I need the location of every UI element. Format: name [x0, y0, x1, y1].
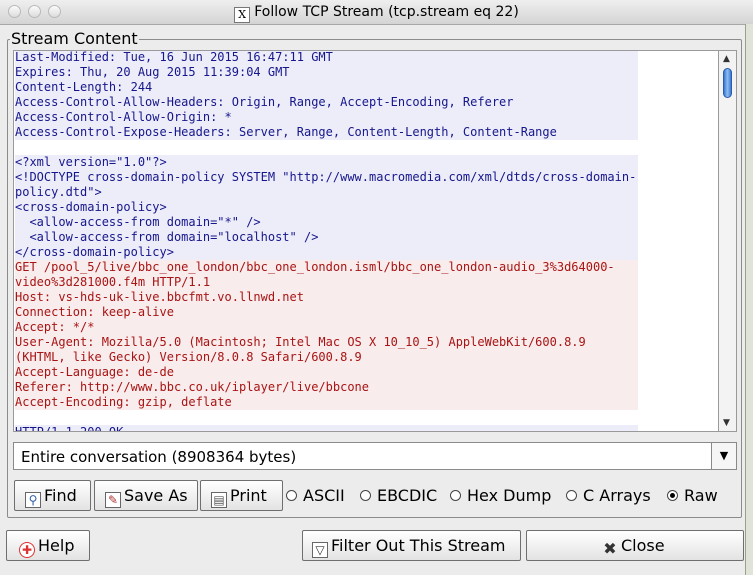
- find-button[interactable]: ⚲ Find: [14, 480, 91, 511]
- format-radio-ascii[interactable]: ASCII: [286, 486, 345, 506]
- stream-line: <allow-access-from domain="localhost" />: [15, 230, 639, 245]
- stream-line: <?xml version="1.0"?>: [15, 155, 639, 170]
- stream-line: Expires: Thu, 20 Aug 2015 11:39:04 GMT: [15, 65, 639, 80]
- radio-label: EBCDIC: [377, 486, 438, 505]
- stream-line: <allow-access-from domain="*" />: [15, 215, 639, 230]
- stream-line: policy.dtd">: [15, 185, 639, 200]
- stream-line: GET /pool_5/live/bbc_one_london/bbc_one_…: [15, 260, 639, 275]
- save-as-button[interactable]: ✎ Save As: [94, 480, 198, 511]
- stream-line: <!DOCTYPE cross-domain-policy SYSTEM "ht…: [15, 170, 639, 185]
- radio-indicator[interactable]: [360, 490, 371, 501]
- filter-out-label: Filter Out This Stream: [331, 536, 506, 555]
- stream-line: Connection: keep-alive: [15, 305, 639, 320]
- x11-app-icon: X: [234, 7, 251, 23]
- stream-line: Access-Control-Allow-Origin: *: [15, 110, 639, 125]
- stream-line: Access-Control-Allow-Headers: Origin, Ra…: [15, 95, 639, 110]
- filter-out-stream-button[interactable]: ▽ Filter Out This Stream: [302, 530, 521, 561]
- save-as-label: Save As: [124, 486, 188, 505]
- format-radio-ebcdic[interactable]: EBCDIC: [360, 486, 437, 506]
- lifebuoy-icon: ✚: [19, 542, 35, 558]
- chevron-down-icon[interactable]: ▼: [711, 443, 736, 469]
- stream-text-area[interactable]: Last-Modified: Tue, 16 Jun 2015 16:47:11…: [13, 50, 719, 432]
- stream-line: </cross-domain-policy>: [15, 245, 639, 260]
- title-bar[interactable]: X Follow TCP Stream (tcp.stream eq 22): [0, 0, 753, 25]
- stream-line: Access-Control-Expose-Headers: Server, R…: [15, 125, 639, 140]
- stream-line: Accept-Language: de-de: [15, 365, 639, 380]
- format-radio-c-arrays[interactable]: C Arrays: [566, 486, 651, 506]
- stream-line: Host: vs-hds-uk-live.bbcfmt.vo.llnwd.net: [15, 290, 639, 305]
- stream-line: [15, 140, 638, 155]
- close-x-icon: ✖: [603, 539, 617, 558]
- radio-label: ASCII: [303, 486, 345, 505]
- floppy-disk-icon: ✎: [105, 492, 121, 508]
- print-label: Print: [230, 486, 267, 505]
- printer-icon: ▤: [211, 492, 227, 508]
- stream-line: Accept-Encoding: gzip, deflate: [15, 395, 639, 410]
- vertical-scrollbar[interactable]: ▲ ▼: [719, 50, 737, 432]
- stream-line: <cross-domain-policy>: [15, 200, 639, 215]
- radio-indicator[interactable]: [286, 490, 297, 501]
- magnifier-icon: ⚲: [25, 492, 41, 508]
- scroll-up-icon[interactable]: ▲: [723, 54, 730, 64]
- stream-line: Accept: */*: [15, 320, 639, 335]
- radio-label: Hex Dump: [467, 486, 552, 505]
- stream-line: [15, 410, 638, 425]
- stream-line: HTTP/1.1 200 OK: [15, 425, 639, 431]
- radio-indicator[interactable]: [566, 490, 577, 501]
- radio-label: C Arrays: [583, 486, 651, 505]
- stream-lines: Last-Modified: Tue, 16 Jun 2015 16:47:11…: [15, 51, 639, 431]
- stream-line: Referer: http://www.bbc.co.uk/iplayer/li…: [15, 380, 639, 395]
- radio-label: Raw: [684, 486, 718, 505]
- find-label: Find: [44, 486, 77, 505]
- scroll-thumb[interactable]: [723, 68, 732, 98]
- stream-line: Last-Modified: Tue, 16 Jun 2015 16:47:11…: [15, 51, 639, 65]
- conversation-select-value: Entire conversation (8908364 bytes): [21, 448, 297, 466]
- stream-line: Content-Length: 244: [15, 80, 639, 95]
- format-radio-hex-dump[interactable]: Hex Dump: [450, 486, 551, 506]
- filter-icon: ▽: [312, 542, 328, 558]
- scroll-down-icon[interactable]: ▼: [723, 418, 730, 428]
- stream-line: video%3d281000.f4m HTTP/1.1: [15, 275, 639, 290]
- close-button[interactable]: ✖ Close: [526, 530, 744, 561]
- format-radio-raw[interactable]: Raw: [667, 486, 718, 506]
- background-window-edge: [745, 24, 753, 575]
- stream-line: User-Agent: Mozilla/5.0 (Macintosh; Inte…: [15, 335, 639, 350]
- print-button[interactable]: ▤ Print: [200, 480, 283, 511]
- close-label: Close: [621, 536, 665, 555]
- conversation-select[interactable]: Entire conversation (8908364 bytes) ▼: [13, 442, 737, 470]
- stream-line: (KHTML, like Gecko) Version/8.0.8 Safari…: [15, 350, 639, 365]
- radio-indicator[interactable]: [667, 490, 678, 501]
- radio-indicator[interactable]: [450, 490, 461, 501]
- help-button[interactable]: ✚ Help: [6, 530, 90, 561]
- window-title-container: X Follow TCP Stream (tcp.stream eq 22): [0, 4, 753, 23]
- help-label: Help: [38, 536, 75, 555]
- window-title: Follow TCP Stream (tcp.stream eq 22): [254, 4, 519, 20]
- group-title: Stream Content: [10, 29, 139, 48]
